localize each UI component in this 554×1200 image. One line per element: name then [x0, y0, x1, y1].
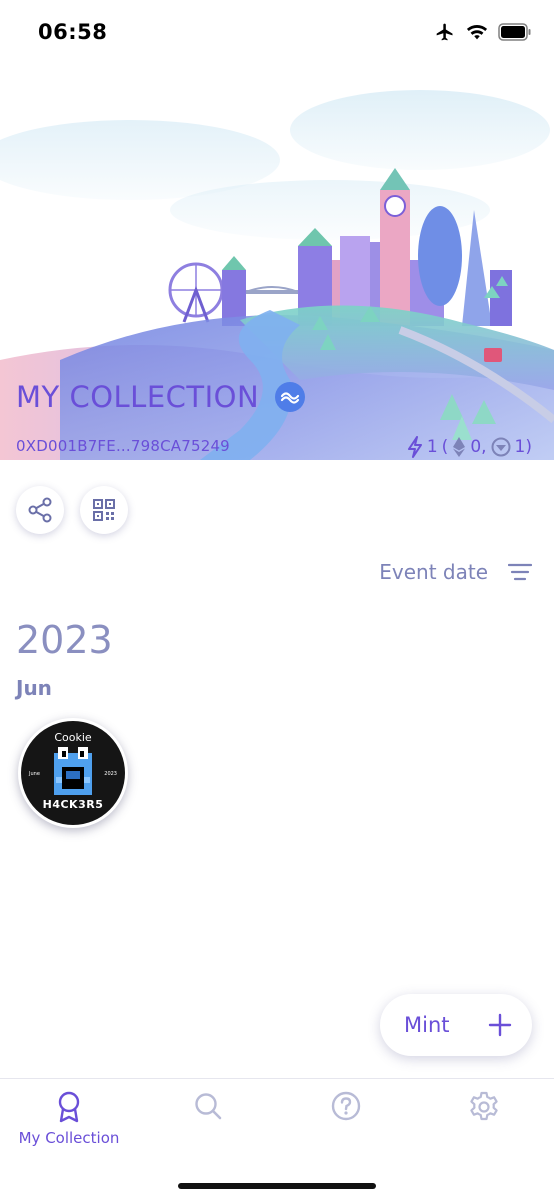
stats-gnosis: 1)	[514, 437, 532, 457]
award-icon	[58, 1091, 80, 1123]
collection-stats: 1 ( 0, 1)	[407, 436, 532, 458]
airplane-icon	[436, 23, 453, 41]
home-indicator	[178, 1183, 376, 1189]
mint-button[interactable]: Mint	[380, 994, 532, 1056]
stats-total: 1	[426, 437, 438, 457]
status-bar: 06:58	[0, 0, 554, 66]
year-heading: 2023	[16, 618, 113, 662]
badge-top-text: Cookie	[54, 731, 92, 744]
tab-help[interactable]	[277, 1091, 415, 1121]
lightning-icon	[407, 436, 422, 458]
badge-right-text: 2023	[104, 771, 117, 777]
tab-settings[interactable]	[415, 1091, 553, 1123]
gnosis-chain-icon	[275, 382, 306, 412]
qr-code-icon	[93, 499, 115, 521]
poap-badge-art: Cookie June 2023 H4CK3R5	[21, 721, 125, 825]
status-time: 06:58	[38, 20, 108, 44]
ethereum-icon	[453, 437, 466, 457]
gear-icon	[470, 1091, 498, 1121]
sort-label: Event date	[379, 560, 488, 584]
tab-explore[interactable]	[139, 1091, 277, 1121]
page-title: MY COLLECTION	[16, 380, 260, 414]
sort-control[interactable]: Event date	[379, 560, 532, 584]
poap-badge[interactable]: Cookie June 2023 H4CK3R5	[18, 718, 128, 828]
mint-label: Mint	[404, 1013, 450, 1037]
wallet-address[interactable]: 0XD001B7FE...798CA75249	[16, 437, 230, 455]
battery-icon	[498, 23, 531, 41]
gnosis-icon	[491, 437, 511, 457]
plus-icon	[488, 1013, 512, 1037]
stats-eth: 0,	[470, 437, 487, 457]
cookie-monster-icon	[54, 747, 92, 795]
badge-bottom-text: H4CK3R5	[42, 798, 104, 811]
badge-left-text: June	[29, 771, 40, 777]
wifi-icon	[466, 25, 488, 40]
month-heading: Jun	[16, 676, 52, 700]
tab-label: My Collection	[18, 1129, 120, 1147]
sort-icon[interactable]	[508, 562, 532, 582]
tab-my-collection[interactable]: My Collection	[0, 1091, 138, 1147]
share-icon	[28, 497, 52, 523]
share-button[interactable]	[16, 486, 64, 534]
help-icon	[331, 1091, 361, 1121]
title-row: MY COLLECTION	[16, 380, 306, 414]
status-icons	[434, 22, 532, 42]
qr-code-button[interactable]	[80, 486, 128, 534]
stats-open-paren: (	[441, 437, 449, 457]
search-icon	[195, 1093, 222, 1120]
tab-bar: My Collection	[0, 1078, 554, 1200]
